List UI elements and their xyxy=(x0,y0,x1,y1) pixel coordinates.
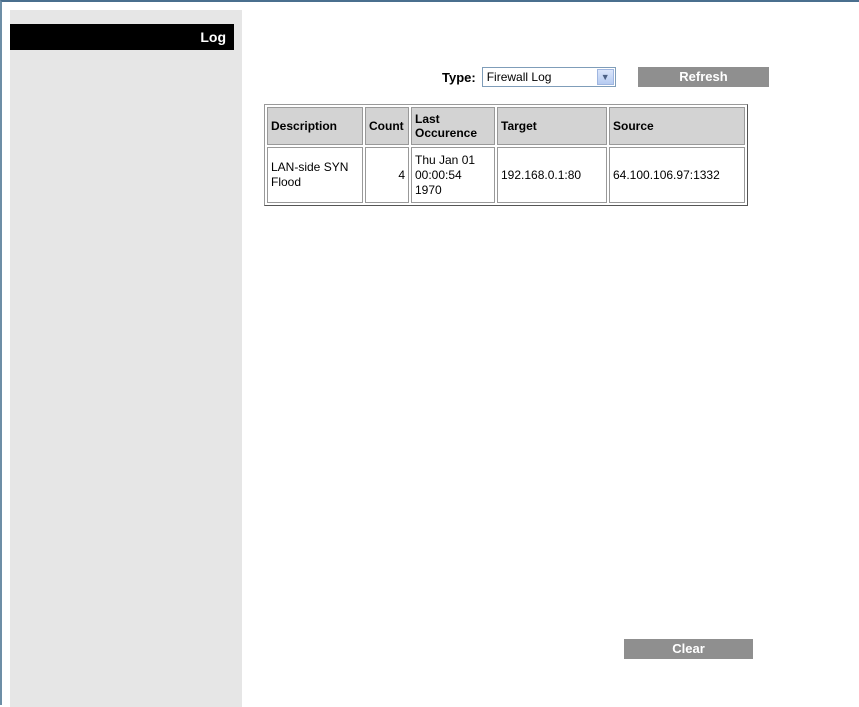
column-header-source: Source xyxy=(609,107,745,145)
log-type-select[interactable]: Firewall Log ▼ xyxy=(481,67,616,87)
cell-target: 192.168.0.1:80 xyxy=(497,147,607,203)
chevron-down-icon[interactable]: ▼ xyxy=(596,69,614,85)
refresh-button[interactable]: Refresh xyxy=(638,67,769,87)
log-type-filter: Type: Firewall Log ▼ xyxy=(442,66,616,88)
column-header-count: Count xyxy=(365,107,409,145)
cell-source: 64.100.106.97:1332 xyxy=(609,147,745,203)
clear-button[interactable]: Clear xyxy=(624,639,753,659)
type-label: Type: xyxy=(442,69,476,85)
column-header-target: Target xyxy=(497,107,607,145)
table-header-row: Description Count Last Occurence Target … xyxy=(267,107,745,145)
cell-last-occurence: Thu Jan 01 00:00:54 1970 xyxy=(411,147,495,203)
cell-count: 4 xyxy=(365,147,409,203)
log-type-select-value: Firewall Log xyxy=(486,70,552,84)
table-row: LAN-side SYN Flood 4 Thu Jan 01 00:00:54… xyxy=(267,147,745,203)
cell-description: LAN-side SYN Flood xyxy=(267,147,363,203)
column-header-last-occurence: Last Occurence xyxy=(411,107,495,145)
log-table: Description Count Last Occurence Target … xyxy=(264,104,748,206)
app-frame: Log Type: Firewall Log ▼ Refresh Descrip… xyxy=(0,0,859,707)
section-title: Log xyxy=(10,24,234,50)
column-header-description: Description xyxy=(267,107,363,145)
sidebar xyxy=(10,10,242,707)
